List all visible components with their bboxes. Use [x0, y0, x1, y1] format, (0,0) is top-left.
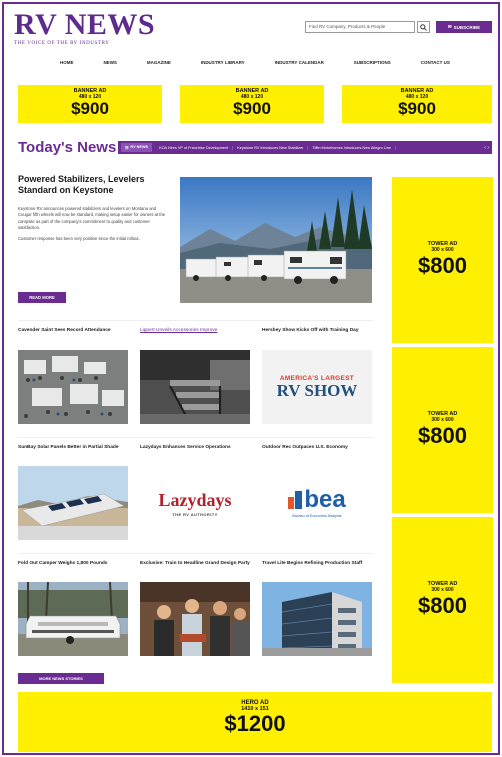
- nav-magazine[interactable]: MAGAZINE: [147, 60, 171, 65]
- search-icon: [420, 23, 427, 31]
- nav-news[interactable]: NEWS: [103, 60, 117, 65]
- bea-logo-text: bea: [304, 486, 346, 513]
- main-nav: HOME NEWS MAGAZINE INDUSTRY LIBRARY INDU…: [60, 60, 450, 65]
- ad-price: $800: [418, 593, 467, 618]
- site-logo[interactable]: RV NEWS THE VOICE OF THE RV INDUSTRY: [14, 8, 156, 47]
- featured-headline[interactable]: Powered Stabilizers, Levelers Standard o…: [18, 174, 168, 196]
- banner-ad[interactable]: BANNER AD 480 x 120 $900: [342, 85, 492, 123]
- story-title[interactable]: Outdoor Rec Outpaces U.S. Economy: [262, 445, 372, 451]
- featured-image[interactable]: [180, 177, 372, 303]
- tower-ad[interactable]: TOWER AD 300 x 600 $800: [392, 347, 493, 513]
- story-title[interactable]: Lippert Unveils Accessories Improve: [140, 328, 250, 334]
- lazydays-logo-sub: THE RV AUTHORITY: [172, 511, 218, 517]
- list-icon: ☰: [125, 146, 129, 150]
- ticker-badge-label: RV NEWS: [130, 145, 149, 149]
- story-title[interactable]: SunBay Solar Panels Better in Partial Sh…: [18, 445, 128, 451]
- subscribe-button[interactable]: ✉ SUBSCRIBE: [436, 21, 492, 33]
- ad-price: $1200: [224, 711, 286, 736]
- story-title[interactable]: Lazydays Enhances Service Operations: [140, 445, 250, 451]
- story-title[interactable]: Fold Out Camper Weighs 1,800 Pounds: [18, 561, 128, 567]
- banner-ad[interactable]: BANNER AD 480 x 120 $900: [180, 85, 324, 123]
- story-image[interactable]: [140, 582, 250, 656]
- story-title[interactable]: Exclusive: Train to Headline Grand Desig…: [140, 561, 250, 567]
- divider: [18, 437, 373, 438]
- news-ticker: ☰ RV NEWS KOA Hires VP of Franchise Deve…: [118, 141, 492, 154]
- ad-price: $900: [398, 99, 436, 118]
- story-image[interactable]: [140, 350, 250, 424]
- subscribe-label: SUBSCRIBE: [453, 24, 481, 30]
- story-image[interactable]: [18, 350, 128, 424]
- ad-price: $900: [71, 99, 109, 118]
- story-image[interactable]: AMERICA'S LARGEST RV SHOW: [262, 350, 372, 424]
- story-image[interactable]: Lazydays THE RV AUTHORITY: [140, 466, 250, 540]
- banner-ad[interactable]: BANNER AD 480 x 120 $900: [18, 85, 162, 123]
- featured-paragraph: Keystone RV announces powered stabilizer…: [18, 206, 166, 230]
- ticker-arrows[interactable]: ‹ ›: [484, 145, 492, 151]
- story-image[interactable]: bea Bureau of Economic Analysis: [262, 466, 372, 540]
- nav-subscriptions[interactable]: SUBSCRIPTIONS: [354, 60, 391, 65]
- featured-body: Keystone RV announces powered stabilizer…: [18, 206, 168, 247]
- nav-industry-library[interactable]: INDUSTRY LIBRARY: [201, 60, 245, 65]
- story-title[interactable]: Cavender Saint Sees Record Attendance: [18, 328, 128, 334]
- bea-mark-icon: [288, 491, 303, 509]
- ad-price: $800: [418, 423, 467, 448]
- logo-tagline: THE VOICE OF THE RV INDUSTRY: [14, 41, 110, 46]
- bea-logo: bea: [288, 486, 346, 513]
- story-image[interactable]: [18, 466, 128, 540]
- story-image[interactable]: [18, 582, 128, 656]
- ticker-badge: ☰ RV NEWS: [121, 143, 153, 152]
- ad-price: $800: [418, 253, 467, 278]
- ticker-item[interactable]: Keystone RV Introduces New Stabilizer: [233, 145, 309, 150]
- ticker-item[interactable]: KOA Hires VP of Franchise Development: [155, 145, 234, 150]
- divider: [18, 320, 373, 321]
- story-image[interactable]: [262, 582, 372, 656]
- logo-text: RV NEWS: [14, 8, 156, 41]
- bea-logo-sub: Bureau of Economic Analysis: [292, 514, 342, 518]
- lazydays-logo-text: Lazydays: [158, 489, 232, 510]
- tower-ad[interactable]: TOWER AD 300 x 600 $800: [392, 177, 493, 343]
- story-title[interactable]: Hershey Show Kicks Off with Training Day: [262, 328, 372, 334]
- show-logo-main: RV SHOW: [276, 380, 358, 400]
- more-news-button[interactable]: MORE NEWS STORIES: [18, 673, 104, 684]
- search-button[interactable]: [417, 21, 430, 33]
- ad-price: $900: [233, 99, 271, 118]
- search-input[interactable]: Find RV Company, Products & People: [305, 21, 415, 33]
- nav-contact-us[interactable]: CONTACT US: [421, 60, 450, 65]
- section-title: Today's News: [18, 139, 117, 156]
- featured-paragraph: Customer response has been very positive…: [18, 236, 140, 242]
- hero-ad[interactable]: HERO AD 1410 x 151 $1200: [18, 692, 492, 752]
- story-title[interactable]: Travel Lite Begins Refining Production S…: [262, 561, 372, 567]
- tower-ad[interactable]: TOWER AD 300 x 600 $800: [392, 517, 493, 683]
- ticker-item[interactable]: Tiffin Motorhomes Introduces New Allegro…: [308, 145, 396, 150]
- nav-industry-calendar[interactable]: INDUSTRY CALENDAR: [275, 60, 324, 65]
- read-more-button[interactable]: READ MORE: [18, 292, 66, 303]
- mail-icon: ✉: [447, 24, 452, 29]
- divider: [18, 553, 373, 554]
- nav-home[interactable]: HOME: [60, 60, 74, 65]
